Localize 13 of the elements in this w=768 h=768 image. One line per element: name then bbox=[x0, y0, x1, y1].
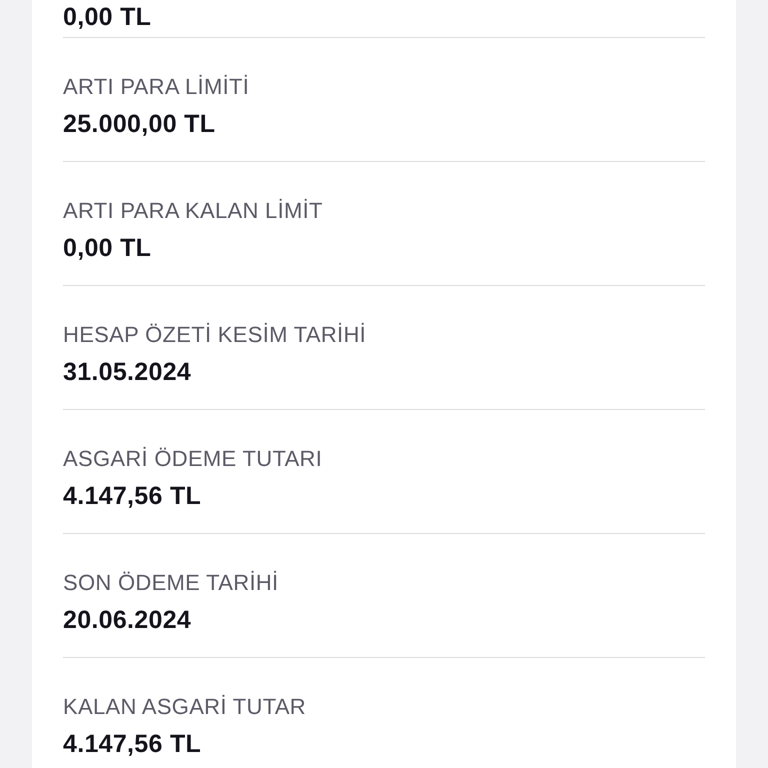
field-label: KALAN ASGARİ TUTAR bbox=[63, 694, 306, 720]
field-value: 0,00 TL bbox=[63, 3, 152, 31]
field-label: SON ÖDEME TARİHİ bbox=[63, 570, 278, 596]
field-label: ASGARİ ÖDEME TUTARI bbox=[63, 446, 322, 472]
field-value: 25.000,00 TL bbox=[63, 110, 216, 138]
field-value: 31.05.2024 bbox=[63, 358, 192, 386]
field-value: 20.06.2024 bbox=[63, 606, 192, 634]
field-label: ARTI PARA KALAN LİMİT bbox=[63, 198, 323, 224]
field-value: 4.147,56 TL bbox=[63, 482, 202, 510]
field-value: 4.147,56 TL bbox=[63, 730, 202, 758]
field-value: 0,00 TL bbox=[63, 234, 152, 262]
field-label: ARTI PARA LİMİTİ bbox=[63, 74, 250, 100]
field-label: HESAP ÖZETİ KESİM TARİHİ bbox=[63, 322, 366, 348]
